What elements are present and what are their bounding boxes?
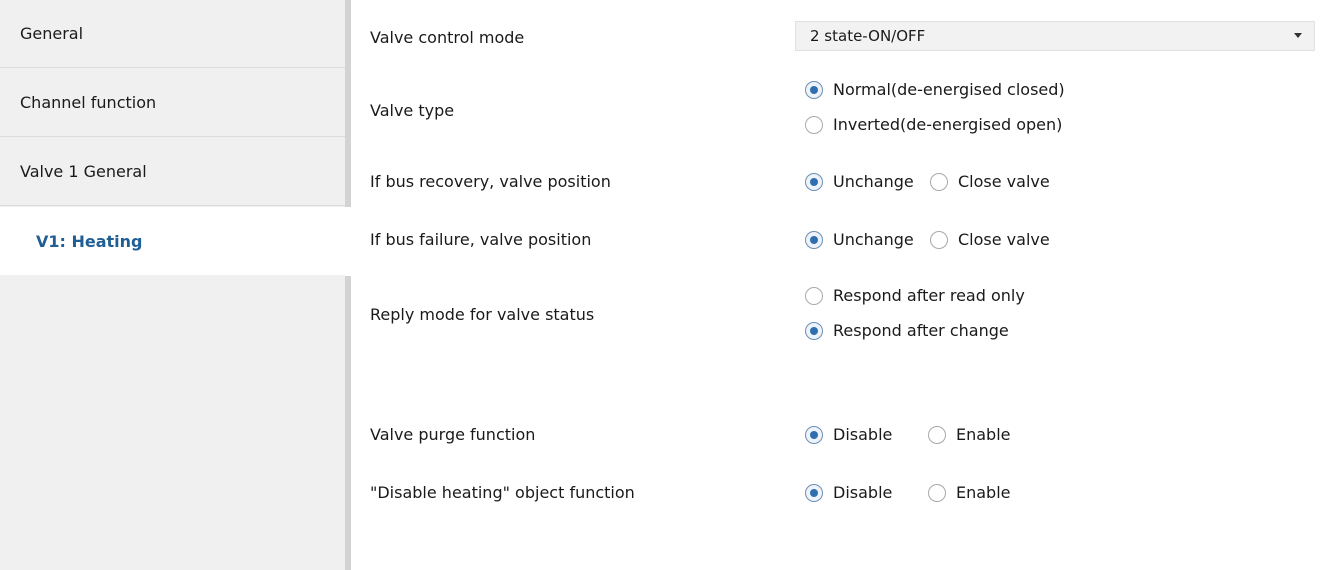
parameter-window: General Channel function Valve 1 General…: [0, 0, 1323, 570]
bus-recovery-close-valve-radio[interactable]: Close valve: [930, 172, 1050, 191]
radio-option-label: Disable: [833, 483, 893, 502]
radio-unchecked-icon: [930, 230, 948, 249]
bus-recovery-label: If bus recovery, valve position: [370, 172, 611, 191]
sidebar-item-channel-function[interactable]: Channel function: [0, 69, 345, 137]
radio-option-label: Close valve: [958, 230, 1050, 249]
valve-control-mode-value: 2 state-ON/OFF: [810, 27, 926, 45]
reply-mode-after-change-radio[interactable]: Respond after change: [805, 321, 1009, 340]
valve-type-inverted-radio[interactable]: Inverted(de-energised open): [805, 115, 1062, 134]
bus-failure-unchange-radio[interactable]: Unchange: [805, 230, 914, 249]
bus-failure-close-valve-radio[interactable]: Close valve: [930, 230, 1050, 249]
parameter-panel: Valve control mode 2 state-ON/OFF Valve …: [352, 0, 1323, 570]
radio-unchecked-icon: [928, 425, 946, 444]
sidebar-item-v1-heating[interactable]: V1: Heating: [0, 207, 352, 275]
sidebar-item-label: General: [20, 24, 84, 43]
bus-failure-label: If bus failure, valve position: [370, 230, 592, 249]
sidebar-item-valve-1-general[interactable]: Valve 1 General: [0, 138, 345, 206]
radio-option-label: Respond after read only: [833, 286, 1025, 305]
valve-purge-disable-radio[interactable]: Disable: [805, 425, 892, 444]
radio-option-label: Unchange: [833, 172, 914, 191]
disable-heating-enable-radio[interactable]: Enable: [928, 483, 1011, 502]
valve-type-label: Valve type: [370, 101, 455, 120]
radio-option-label: Close valve: [958, 172, 1050, 191]
radio-unchecked-icon: [930, 172, 948, 191]
disable-heating-label: "Disable heating" object function: [370, 483, 635, 502]
valve-purge-label: Valve purge function: [370, 425, 536, 444]
sidebar-item-label: Valve 1 General: [20, 162, 147, 181]
sidebar-item-general[interactable]: General: [0, 0, 345, 68]
radio-checked-icon: [805, 483, 823, 502]
radio-unchecked-icon: [805, 286, 823, 305]
radio-checked-icon: [805, 425, 823, 444]
radio-option-label: Unchange: [833, 230, 914, 249]
radio-option-label: Inverted(de-energised open): [833, 115, 1063, 134]
reply-mode-label: Reply mode for valve status: [370, 305, 595, 324]
sidebar-item-label: Channel function: [20, 93, 157, 112]
sidebar: General Channel function Valve 1 General…: [0, 0, 352, 570]
active-tab-connector: [345, 207, 352, 276]
reply-mode-read-only-radio[interactable]: Respond after read only: [805, 286, 1025, 305]
radio-option-label: Respond after change: [833, 321, 1009, 340]
chevron-down-icon: [1294, 33, 1302, 38]
valve-control-mode-label: Valve control mode: [370, 28, 525, 47]
radio-option-label: Disable: [833, 425, 893, 444]
valve-purge-enable-radio[interactable]: Enable: [928, 425, 1011, 444]
radio-option-label: Normal(de-energised closed): [833, 80, 1065, 99]
disable-heating-disable-radio[interactable]: Disable: [805, 483, 892, 502]
radio-checked-icon: [805, 230, 823, 249]
radio-option-label: Enable: [956, 425, 1011, 444]
radio-checked-icon: [805, 321, 823, 340]
radio-checked-icon: [805, 80, 823, 99]
panel-divider[interactable]: [345, 0, 351, 570]
bus-recovery-unchange-radio[interactable]: Unchange: [805, 172, 914, 191]
radio-unchecked-icon: [928, 483, 946, 502]
radio-option-label: Enable: [956, 483, 1011, 502]
valve-control-mode-select[interactable]: 2 state-ON/OFF: [795, 21, 1315, 51]
valve-type-normal-radio[interactable]: Normal(de-energised closed): [805, 80, 1065, 99]
radio-checked-icon: [805, 172, 823, 191]
radio-unchecked-icon: [805, 115, 823, 134]
sidebar-item-label: V1: Heating: [36, 231, 143, 251]
